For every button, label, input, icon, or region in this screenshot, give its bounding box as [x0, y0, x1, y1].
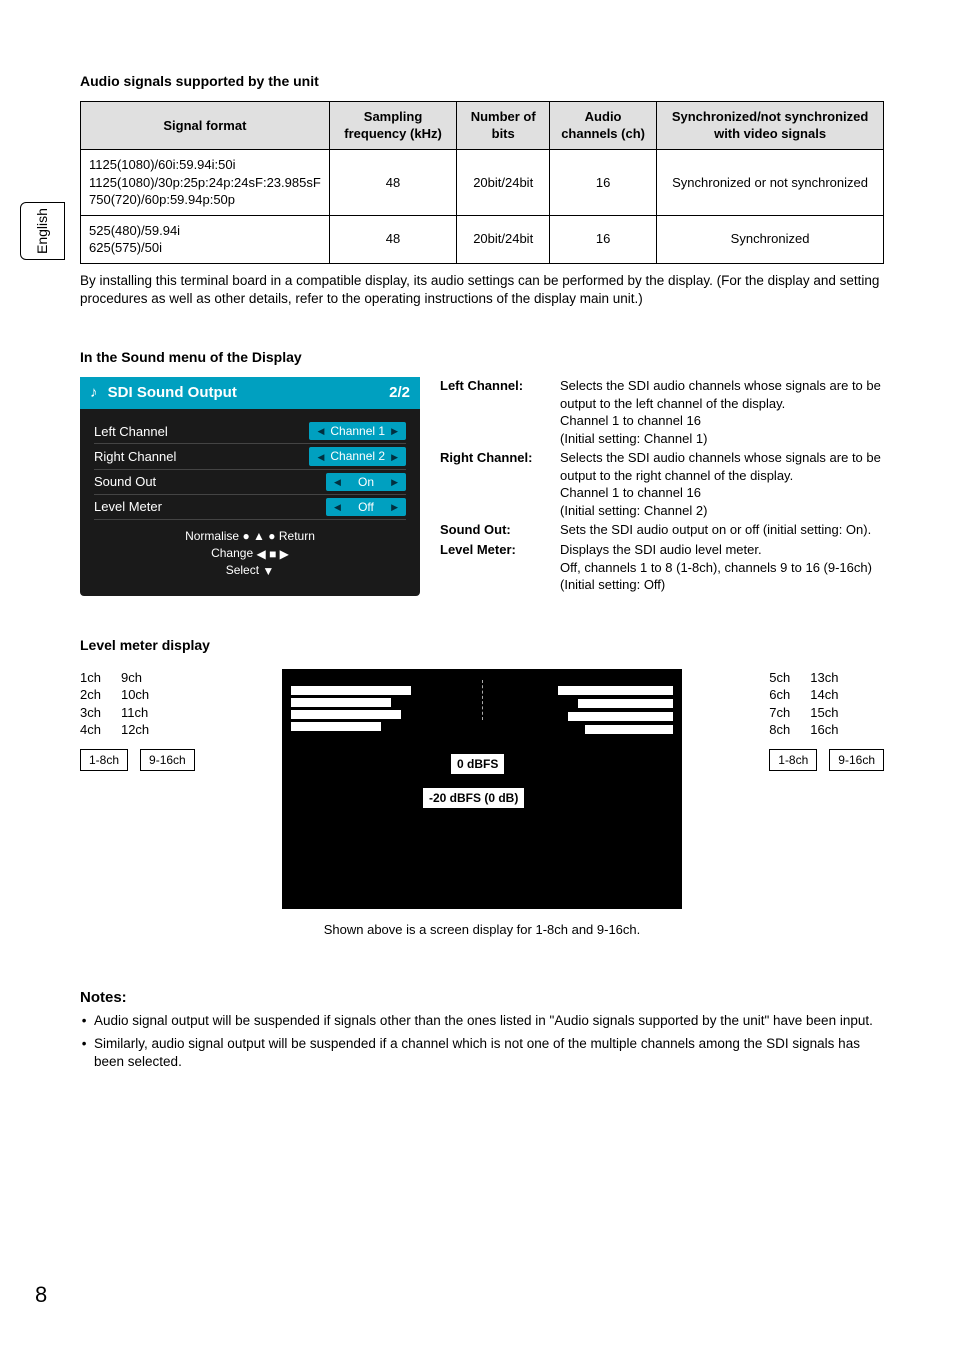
install-note: By installing this terminal board in a c… [80, 272, 884, 308]
def-text: Displays the SDI audio level meter. Off,… [560, 541, 884, 594]
chevron-right-icon: ▶ [391, 501, 398, 513]
ch-label: 13ch [810, 669, 838, 687]
btn-9-16ch: 9-16ch [829, 749, 884, 771]
music-note-icon: ♪ [90, 384, 98, 401]
chevron-right-icon: ▶ [391, 476, 398, 488]
cell-ch: 16 [550, 149, 657, 215]
chevron-left-icon: ◀ [317, 425, 324, 437]
label-minus20dbfs: -20 dBFS (0 dB) [422, 787, 525, 809]
cell-freq: 48 [329, 149, 457, 215]
ch-label: 2ch [80, 686, 101, 704]
cell-freq: 48 [329, 215, 457, 263]
ch-label: 4ch [80, 721, 101, 739]
th-num-bits: Number of bits [457, 101, 550, 149]
th-sampling-freq: Sampling frequency (kHz) [329, 101, 457, 149]
cell-sync: Synchronized [657, 215, 884, 263]
ch-label: 11ch [121, 704, 149, 722]
ch-label: 6ch [769, 686, 790, 704]
label-0dbfs: 0 dBFS [450, 753, 505, 775]
def-text: Selects the SDI audio channels whose sig… [560, 377, 884, 447]
cell-fmt: 525(480)/59.94i 625(575)/50i [81, 215, 330, 263]
table-row: 525(480)/59.94i 625(575)/50i 48 20bit/24… [81, 215, 884, 263]
ch-label: 9ch [121, 669, 149, 687]
ch-label: 5ch [769, 669, 790, 687]
sound-menu-heading: In the Sound menu of the Display [80, 348, 884, 367]
ch-label: 12ch [121, 721, 149, 739]
osd-item-value: Channel 1 [330, 423, 385, 439]
triangle-up-icon: ▲ [253, 528, 265, 545]
chevron-left-icon: ◀ [317, 451, 324, 463]
osd-item-left-channel[interactable]: Left Channel ◀ Channel 1 ▶ [94, 419, 406, 444]
osd-item-label: Level Meter [94, 498, 162, 516]
osd-header: ♪ SDI Sound Output 2/2 [80, 377, 420, 409]
osd-item-value: On [358, 474, 374, 490]
note-item: Audio signal output will be suspended if… [94, 1012, 884, 1030]
signal-format-table: Signal format Sampling frequency (kHz) N… [80, 101, 884, 264]
stop-icon: ■ [269, 546, 276, 563]
ch-label: 3ch [80, 704, 101, 722]
chevron-left-icon: ◀ [334, 501, 341, 513]
ch-label: 14ch [810, 686, 838, 704]
ch-label: 15ch [810, 704, 838, 722]
circle-icon: ● [242, 528, 249, 545]
table-row: 1125(1080)/60i:59.94i:50i 1125(1080)/30p… [81, 149, 884, 215]
th-sync: Synchronized/not synchronized with video… [657, 101, 884, 149]
ch-label: 7ch [769, 704, 790, 722]
osd-title: SDI Sound Output [108, 384, 237, 401]
th-audio-channels: Audio channels (ch) [550, 101, 657, 149]
chevron-right-icon: ▶ [391, 451, 398, 463]
osd-item-label: Sound Out [94, 473, 156, 491]
chevron-left-icon: ◀ [256, 546, 265, 563]
left-channel-labels: 1ch 2ch 3ch 4ch 9ch 10ch 11ch 12ch 1-8ch… [80, 669, 195, 771]
audio-signals-heading: Audio signals supported by the unit [80, 72, 884, 91]
osd-item-sound-out[interactable]: Sound Out ◀ On ▶ [94, 470, 406, 495]
right-channel-labels: 5ch 6ch 7ch 8ch 13ch 14ch 15ch 16ch 1-8c… [769, 669, 884, 771]
chevron-right-icon: ▶ [391, 425, 398, 437]
page-number: 8 [35, 1280, 47, 1310]
cell-bits: 20bit/24bit [457, 149, 550, 215]
def-label: Left Channel: [440, 377, 560, 447]
btn-1-8ch: 1-8ch [80, 749, 128, 771]
btn-9-16ch: 9-16ch [140, 749, 195, 771]
ch-label: 16ch [810, 721, 838, 739]
def-text: Sets the SDI audio output on or off (ini… [560, 521, 884, 539]
btn-1-8ch: 1-8ch [769, 749, 817, 771]
language-tab: English [20, 202, 65, 260]
ch-label: 10ch [121, 686, 149, 704]
level-meter-heading: Level meter display [80, 636, 884, 655]
th-signal-format: Signal format [81, 101, 330, 149]
ch-label: 1ch [80, 669, 101, 687]
cell-fmt: 1125(1080)/60i:59.94i:50i 1125(1080)/30p… [81, 149, 330, 215]
triangle-down-icon: ▼ [262, 563, 274, 580]
circle-icon: ● [268, 528, 275, 545]
chevron-right-icon: ▶ [280, 546, 289, 563]
def-label: Right Channel: [440, 449, 560, 519]
def-label: Sound Out: [440, 521, 560, 539]
osd-page-indicator: 2/2 [389, 383, 410, 403]
meter-caption: Shown above is a screen display for 1-8c… [282, 921, 682, 939]
note-item: Similarly, audio signal output will be s… [94, 1035, 884, 1071]
osd-item-label: Left Channel [94, 423, 168, 441]
notes-heading: Notes: [80, 988, 884, 1008]
def-text: Selects the SDI audio channels whose sig… [560, 449, 884, 519]
osd-footer-hints: Normalise ● ▲ ● Return Change ◀ ■ ▶ Sele… [94, 520, 406, 580]
meter-col-right [513, 684, 673, 898]
cell-sync: Synchronized or not synchronized [657, 149, 884, 215]
osd-item-right-channel[interactable]: Right Channel ◀ Channel 2 ▶ [94, 444, 406, 469]
ch-label: 8ch [769, 721, 790, 739]
osd-item-label: Right Channel [94, 448, 176, 466]
def-label: Level Meter: [440, 541, 560, 594]
osd-panel: ♪ SDI Sound Output 2/2 Left Channel ◀ Cha… [80, 377, 420, 596]
cell-bits: 20bit/24bit [457, 215, 550, 263]
definitions-block: Left Channel:Selects the SDI audio chann… [440, 377, 884, 596]
osd-item-value: Channel 2 [330, 448, 385, 464]
cell-ch: 16 [550, 215, 657, 263]
chevron-left-icon: ◀ [334, 476, 341, 488]
osd-item-level-meter[interactable]: Level Meter ◀ Off ▶ [94, 495, 406, 520]
osd-item-value: Off [358, 499, 374, 515]
notes-list: Audio signal output will be suspended if… [80, 1012, 884, 1071]
